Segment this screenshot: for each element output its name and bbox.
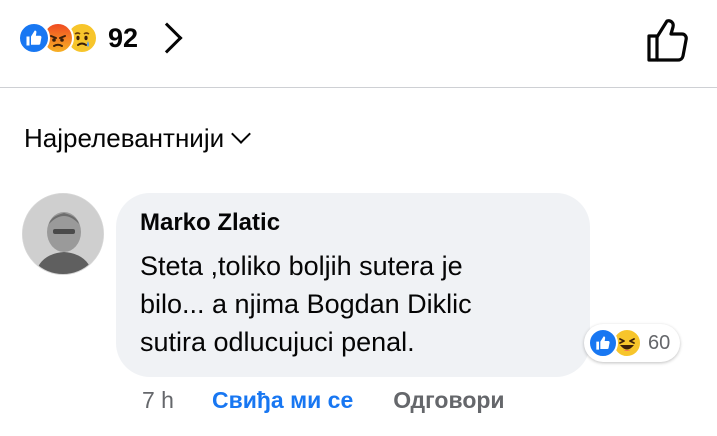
avatar[interactable] bbox=[22, 193, 104, 275]
comment-like-button[interactable]: Свиђа ми се bbox=[212, 387, 353, 414]
chevron-down-icon bbox=[231, 124, 252, 144]
avatar-photo bbox=[23, 194, 103, 274]
chevron-right-icon bbox=[151, 22, 183, 54]
reactions-summary[interactable]: 92 bbox=[18, 18, 183, 58]
reactions-header: 92 bbox=[0, 0, 717, 88]
sort-dropdown[interactable]: Најрелевантнији bbox=[24, 118, 252, 158]
thumbs-up-icon bbox=[647, 19, 688, 62]
comment-timestamp[interactable]: 7 h bbox=[142, 387, 174, 414]
comment-bubble: Marko Zlatic Steta ,toliko boljih sutera… bbox=[116, 193, 590, 377]
comment-actions: 7 h Свиђа ми се Одговори bbox=[142, 382, 505, 418]
reaction-icons bbox=[18, 22, 98, 54]
comment-reaction-count: 60 bbox=[648, 331, 671, 354]
comment-author[interactable]: Marko Zlatic bbox=[140, 209, 280, 237]
reaction-count: 92 bbox=[108, 22, 139, 53]
like-icon bbox=[18, 22, 50, 54]
comment-reactions[interactable]: 60 bbox=[584, 324, 681, 362]
like-button[interactable] bbox=[640, 14, 692, 66]
comment-reply-button[interactable]: Одговори bbox=[393, 387, 504, 414]
like-icon bbox=[588, 328, 618, 358]
comment-text: Steta ,toliko boljih sutera je bilo... a… bbox=[140, 251, 472, 357]
sort-label: Најрелевантнији bbox=[24, 122, 225, 153]
